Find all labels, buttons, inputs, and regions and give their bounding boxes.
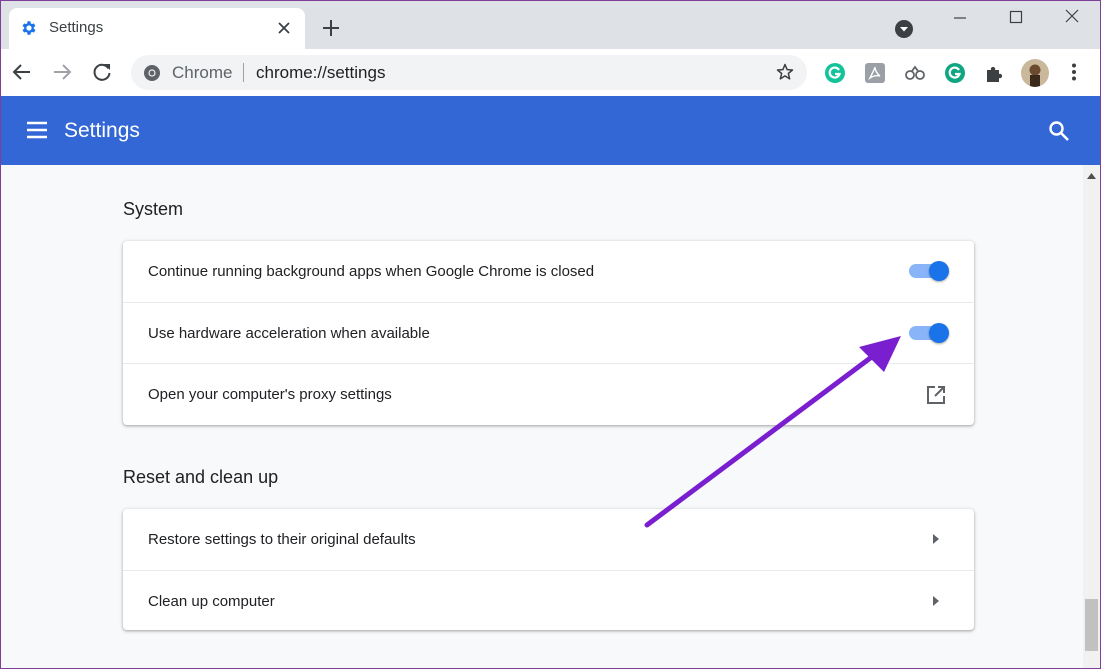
bookmark-star-icon[interactable]	[775, 62, 795, 82]
reset-card: Restore settings to their original defau…	[123, 509, 974, 630]
url-text[interactable]: chrome://settings	[256, 63, 385, 83]
browser-window: Settings Chrome chrome://settings Settin…	[0, 0, 1101, 669]
setting-label: Use hardware acceleration when available	[148, 325, 430, 342]
settings-content: System Continue running background apps …	[1, 165, 1083, 668]
grammarly-icon[interactable]	[824, 62, 846, 84]
omnibox-separator	[243, 63, 244, 82]
minimize-icon[interactable]	[947, 7, 973, 29]
grammarly-alt-icon[interactable]	[944, 62, 966, 84]
toggle-knob	[929, 261, 949, 281]
tab-strip: Settings	[1, 1, 1100, 49]
origin-label: Chrome	[172, 63, 233, 82]
puzzle-icon[interactable]	[984, 62, 1006, 84]
link-icon[interactable]	[904, 62, 926, 84]
maximize-icon[interactable]	[1003, 7, 1029, 29]
chevron-right-icon[interactable]	[931, 595, 941, 607]
tab-title: Settings	[49, 19, 104, 36]
new-tab-plus-icon[interactable]	[321, 18, 341, 38]
acrobat-icon[interactable]	[864, 62, 886, 84]
section-title-reset: Reset and clean up	[123, 467, 279, 487]
close-icon[interactable]	[276, 20, 292, 36]
scroll-thumb[interactable]	[1085, 599, 1098, 651]
window-close-icon[interactable]	[1059, 7, 1085, 29]
setting-label: Clean up computer	[148, 593, 275, 610]
gear-icon	[22, 21, 36, 35]
launch-icon[interactable]	[925, 384, 947, 406]
toggle-knob	[929, 323, 949, 343]
background-apps-toggle[interactable]	[909, 261, 951, 283]
setting-row-background-apps[interactable]: Continue running background apps when Go…	[123, 241, 974, 302]
more-vert-icon[interactable]	[1063, 61, 1085, 83]
setting-label: Open your computer's proxy settings	[148, 386, 392, 403]
setting-label: Continue running background apps when Go…	[148, 263, 595, 280]
search-icon[interactable]	[1047, 119, 1071, 143]
chrome-icon	[144, 65, 160, 81]
setting-row-proxy[interactable]: Open your computer's proxy settings	[123, 363, 974, 424]
hardware-acceleration-toggle[interactable]	[909, 323, 951, 345]
system-card: Continue running background apps when Go…	[123, 241, 974, 425]
browser-toolbar: Chrome chrome://settings	[1, 49, 1100, 96]
setting-label: Restore settings to their original defau…	[148, 531, 416, 548]
avatar-picture-icon	[1021, 59, 1049, 87]
chevron-right-icon[interactable]	[931, 533, 941, 545]
back-arrow-icon[interactable]	[11, 61, 33, 83]
tab-search-icon[interactable]	[893, 18, 915, 40]
section-title-system: System	[123, 199, 184, 219]
scroll-up-arrow-icon[interactable]	[1087, 173, 1096, 179]
reload-icon[interactable]	[91, 61, 113, 83]
settings-header: Settings	[1, 96, 1100, 165]
menu-icon[interactable]	[25, 119, 49, 141]
setting-row-restore-defaults[interactable]: Restore settings to their original defau…	[123, 509, 974, 570]
scrollbar[interactable]	[1083, 165, 1100, 668]
avatar[interactable]	[1021, 59, 1049, 87]
page-title: Settings	[64, 119, 140, 142]
forward-arrow-icon[interactable]	[51, 61, 73, 83]
tab-settings[interactable]: Settings	[9, 8, 305, 49]
setting-row-hardware-acceleration[interactable]: Use hardware acceleration when available	[123, 302, 974, 363]
setting-row-clean-up[interactable]: Clean up computer	[123, 570, 974, 631]
address-bar[interactable]: Chrome chrome://settings	[131, 55, 807, 90]
